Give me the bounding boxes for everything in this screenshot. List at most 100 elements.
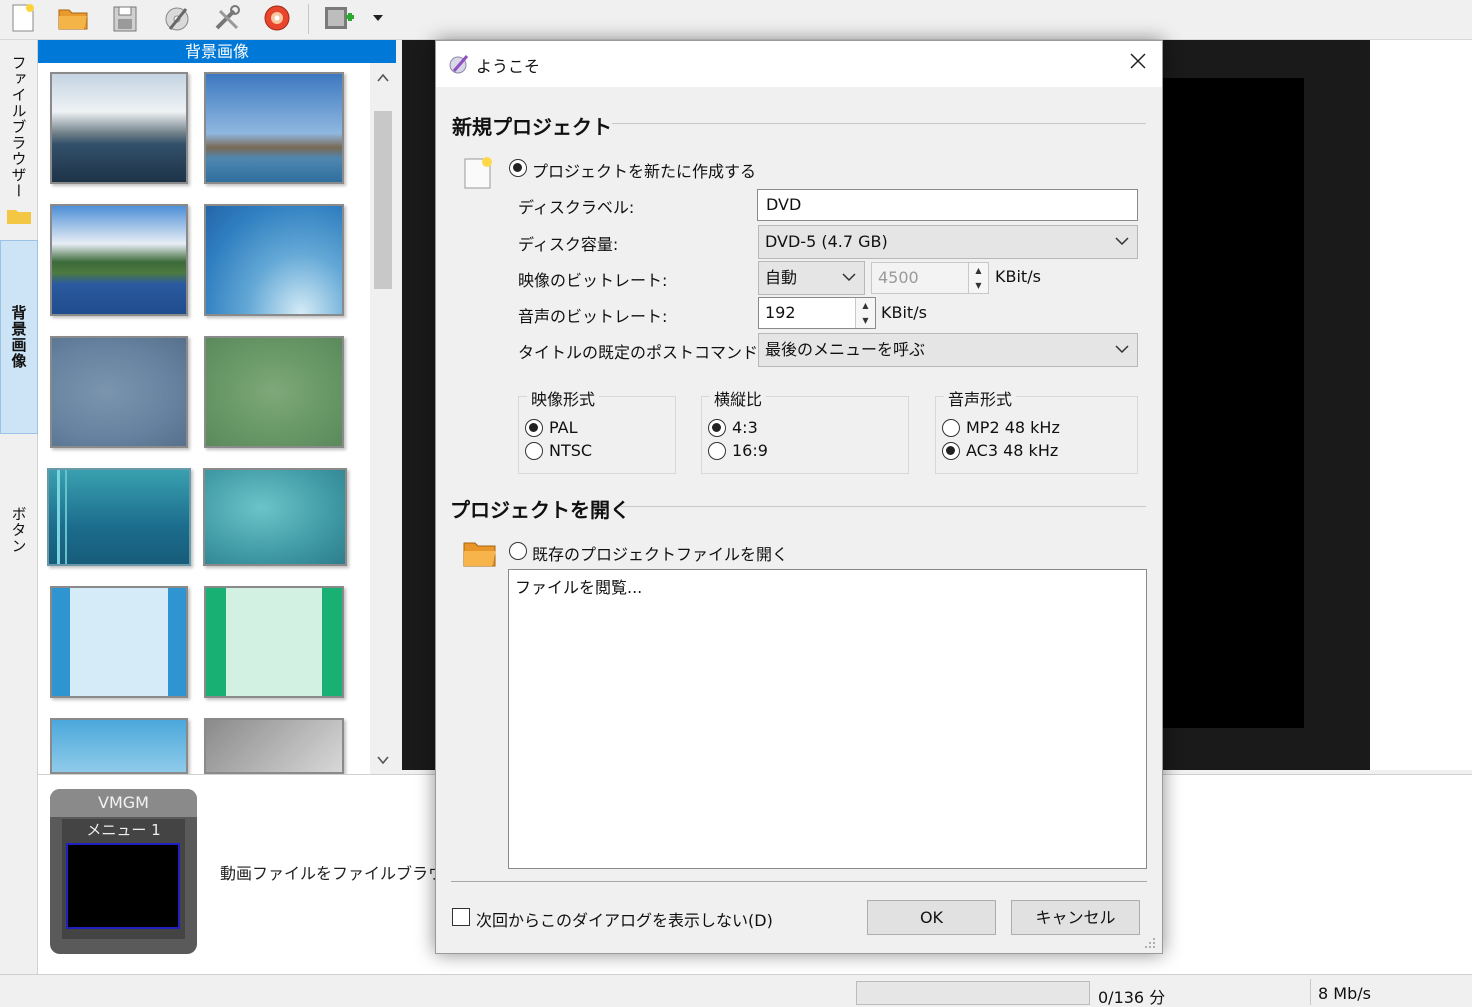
background-thumbnail[interactable] — [204, 336, 344, 448]
duration-status: 0/136 分 — [1098, 988, 1166, 1007]
mp2-label: MP2 48 kHz — [966, 418, 1060, 437]
status-bar: 0/136 分 8 Mb/s — [0, 974, 1472, 1007]
disc-label-label: ディスクラベル: — [518, 198, 635, 217]
section-divider — [612, 123, 1146, 124]
cancel-button[interactable]: キャンセル — [1011, 900, 1140, 935]
dvd-icon[interactable] — [260, 2, 294, 34]
background-thumbnail[interactable] — [203, 468, 347, 566]
disc-capacity-value: DVD-5 (4.7 GB) — [765, 232, 888, 251]
browse-files-item[interactable]: ファイルを閲覧... — [515, 574, 1140, 598]
open-project-radio[interactable] — [509, 542, 527, 560]
ac3-label: AC3 48 kHz — [966, 441, 1059, 460]
close-icon[interactable] — [1126, 51, 1150, 75]
ntsc-radio[interactable] — [525, 442, 543, 460]
tab-backgrounds-label: 背景画像 — [9, 305, 28, 369]
create-project-label: プロジェクトを新たに作成する — [532, 162, 757, 181]
video-bitrate-mode-value: 自動 — [765, 268, 798, 287]
spin-up-icon[interactable]: ▲ — [856, 298, 875, 313]
dropdown-arrow-icon[interactable] — [364, 2, 392, 34]
aspect-ratio-title: 横縦比 — [710, 386, 767, 410]
aspect-16-9-label: 16:9 — [732, 441, 768, 460]
audio-bitrate-label: 音声のビットレート: — [518, 307, 668, 326]
scroll-up-button[interactable] — [370, 67, 396, 89]
aspect-4-3-radio[interactable] — [708, 419, 726, 437]
spin-down-icon[interactable]: ▼ — [856, 313, 875, 328]
save-icon[interactable] — [108, 2, 142, 34]
preview-canvas — [1162, 78, 1304, 728]
menu-1-label: メニュー 1 — [86, 821, 161, 839]
menu-1-item[interactable]: メニュー 1 — [62, 819, 185, 939]
vertical-tab-bar: ファイルブラウザー 背景画像 ボタン — [0, 40, 38, 974]
add-video-icon[interactable] — [322, 2, 356, 34]
toolbar-separator — [308, 4, 309, 34]
open-folder-icon — [463, 542, 496, 567]
disc-usage-progress — [856, 981, 1090, 1005]
background-thumbnail[interactable] — [50, 72, 188, 184]
new-project-icon[interactable] — [6, 2, 40, 34]
audio-bitrate-spinner[interactable]: 192 ▲ ▼ — [758, 297, 876, 329]
new-project-heading: 新規プロジェクト — [452, 115, 612, 139]
resize-grip-icon[interactable] — [1144, 937, 1156, 952]
vmgm-menu-item[interactable]: VMGM メニュー 1 — [50, 789, 197, 954]
mp2-radio[interactable] — [942, 419, 960, 437]
open-project-heading: プロジェクトを開く — [450, 498, 630, 522]
background-thumbnail[interactable] — [204, 718, 344, 774]
settings-tools-icon[interactable] — [210, 2, 244, 34]
audio-bitrate-spin-buttons[interactable]: ▲ ▼ — [855, 298, 875, 328]
chevron-down-icon — [1115, 334, 1129, 366]
chevron-down-icon — [1115, 226, 1129, 258]
video-bitrate-mode-select[interactable]: 自動 — [758, 261, 865, 295]
create-project-radio[interactable] — [509, 159, 527, 177]
toolbar — [0, 0, 1472, 40]
tab-file-browser[interactable]: ファイルブラウザー — [0, 50, 38, 230]
dont-show-checkbox[interactable] — [452, 908, 470, 926]
tab-file-browser-label: ファイルブラウザー — [9, 55, 28, 199]
open-project-label: 既存のプロジェクトファイルを開く — [532, 545, 789, 564]
aspect-16-9-radio[interactable] — [708, 442, 726, 460]
tab-backgrounds[interactable]: 背景画像 — [0, 240, 38, 434]
tab-buttons[interactable]: ボタン — [0, 480, 38, 580]
project-file-list[interactable]: ファイルを閲覧... — [508, 569, 1147, 869]
disc-capacity-select[interactable]: DVD-5 (4.7 GB) — [758, 225, 1138, 259]
welcome-dialog: ようこそ 新規プロジェクト プロジェクトを新たに作成する ディスクラベル: DV… — [435, 40, 1163, 954]
vertical-scrollbar[interactable] — [370, 63, 396, 774]
background-panel: 背景画像 — [38, 40, 396, 774]
chevron-down-icon — [842, 262, 856, 294]
background-thumbnail[interactable] — [50, 718, 188, 774]
dialog-title-bar: ようこそ — [436, 41, 1162, 87]
background-thumbnail[interactable] — [50, 336, 188, 448]
background-thumbnail[interactable] — [50, 204, 188, 316]
open-folder-icon[interactable] — [56, 2, 90, 34]
ok-button[interactable]: OK — [867, 900, 996, 935]
ac3-radio[interactable] — [942, 442, 960, 460]
spin-down-icon: ▼ — [975, 281, 982, 290]
bitrate-status: 8 Mb/s — [1318, 984, 1371, 1003]
video-bitrate-value: 4500 — [878, 268, 919, 287]
status-separator — [1310, 979, 1311, 1005]
background-thumbnail[interactable] — [50, 586, 188, 698]
dialog-footer-divider — [451, 881, 1147, 882]
tab-buttons-label: ボタン — [9, 506, 28, 554]
background-thumbnail[interactable] — [204, 72, 344, 184]
video-format-title: 映像形式 — [527, 386, 600, 410]
audio-format-title: 音声形式 — [944, 386, 1017, 410]
background-thumbnail[interactable] — [47, 468, 191, 566]
post-command-label: タイトルの既定のポストコマンド: — [518, 343, 764, 362]
background-thumbnail[interactable] — [204, 586, 344, 698]
video-bitrate-unit: KBit/s — [995, 267, 1041, 286]
aspect-4-3-label: 4:3 — [732, 418, 758, 437]
scroll-down-button[interactable] — [370, 749, 396, 771]
app-icon — [449, 55, 469, 74]
pal-radio[interactable] — [525, 419, 543, 437]
ntsc-label: NTSC — [549, 441, 593, 460]
background-panel-header: 背景画像 — [38, 40, 396, 63]
right-panel — [1370, 40, 1472, 770]
disc-label-input[interactable]: DVD — [757, 189, 1138, 221]
background-thumbnail[interactable] — [204, 204, 344, 316]
post-command-select[interactable]: 最後のメニューを呼ぶ — [758, 333, 1138, 367]
scroll-thumb[interactable] — [374, 111, 392, 289]
spin-up-icon: ▲ — [975, 266, 982, 275]
menu-1-thumbnail — [66, 843, 180, 929]
video-bitrate-spin-buttons: ▲ ▼ — [968, 263, 988, 293]
burn-icon[interactable] — [160, 2, 194, 34]
